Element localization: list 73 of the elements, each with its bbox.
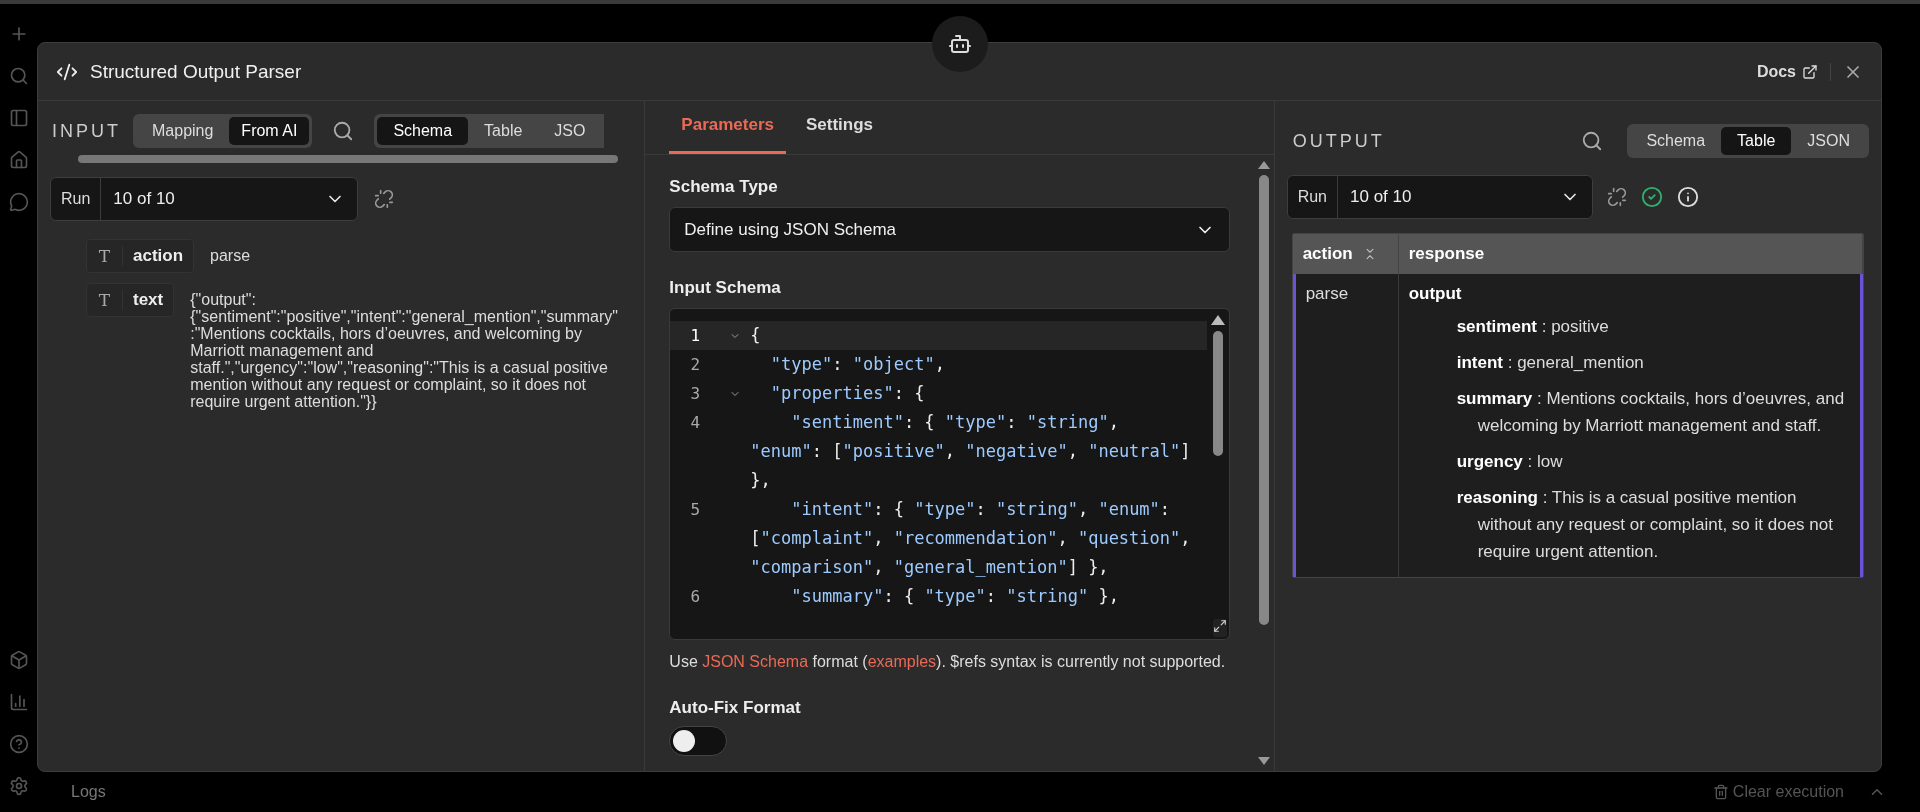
code-editor[interactable] — [669, 308, 1230, 640]
run-select[interactable]: Run 10 of 10 — [50, 177, 358, 221]
horizontal-scrollbar[interactable] — [78, 155, 618, 163]
field-label: Schema Type — [669, 177, 779, 197]
code-line: "sentiment": { "type": "string", "enum": ["positive", "negative", "neutral"] }, — [750, 411, 1192, 492]
help-link[interactable]: examples — [867, 653, 937, 670]
docs-link[interactable]: Docs — [1756, 62, 1831, 81]
success-check-icon — [1640, 186, 1663, 208]
help-link[interactable]: JSON Schema — [702, 653, 809, 670]
panel-tab[interactable]: Parameters — [669, 101, 786, 154]
scrollbar-thumb[interactable] — [1212, 331, 1223, 456]
line-number: 5 — [689, 499, 702, 521]
key-value-entry: urgency : low — [1455, 451, 1564, 473]
code-line: { — [750, 324, 762, 347]
chart-icon[interactable] — [8, 692, 29, 712]
search-button[interactable] — [332, 120, 355, 142]
view-tab[interactable]: Schema — [377, 117, 469, 145]
key-value-entry: summary : Mentions cocktails, hors d’oeuvres, and welcoming by Marriott management and staff. — [1455, 388, 1846, 437]
line-number: 3 — [689, 383, 702, 405]
info-icon[interactable] — [1676, 186, 1699, 208]
robot-icon — [948, 32, 972, 56]
cube-icon[interactable] — [8, 650, 29, 670]
input-heading: INPUT — [52, 120, 121, 142]
settings-icon[interactable] — [8, 776, 29, 796]
schema-type-select[interactable]: Define using JSON Schema — [669, 207, 1230, 252]
table-cell: parse — [1295, 274, 1399, 577]
help-icon[interactable] — [8, 734, 29, 754]
scrollbar-thumb[interactable] — [1258, 175, 1269, 625]
mode-tab[interactable]: From AI — [229, 117, 310, 145]
output-heading: OUTPUT — [1292, 130, 1385, 152]
mode-tab[interactable]: Mapping — [136, 117, 230, 145]
logs-label[interactable]: Logs — [71, 783, 106, 801]
home-icon[interactable] — [8, 150, 29, 170]
key-value-entry: reasoning : This is a casual positive mention without any request or complaint, so it does not require urgent attention. — [1455, 487, 1834, 563]
scroll-up-icon[interactable] — [1257, 161, 1270, 169]
code-line: "intent": { "type": "string", "enum": ["complaint", "recommendation", "question", "comparison", "general_mention"] }, — [750, 498, 1192, 579]
field-label: Auto-Fix Format — [669, 698, 802, 718]
line-number: 6 — [689, 586, 702, 608]
auto-fix-toggle[interactable] — [669, 726, 728, 756]
dialog-title: Structured Output Parser — [90, 60, 303, 83]
field-name-tag: T text — [86, 283, 175, 317]
unlink-icon[interactable] — [1606, 187, 1627, 207]
unlink-icon[interactable] — [374, 189, 394, 209]
line-number: 4 — [689, 412, 702, 434]
external-link-icon — [1802, 63, 1818, 80]
search-button[interactable] — [1581, 130, 1604, 152]
view-tab[interactable]: Table — [468, 117, 539, 145]
view-tab[interactable]: JSO — [538, 117, 602, 145]
code-line: "type": "object", — [769, 353, 946, 376]
resize-icon[interactable] — [1212, 619, 1227, 633]
field-label: Input Schema — [669, 278, 782, 298]
view-tab[interactable]: JSON — [1791, 127, 1866, 155]
search-icon[interactable] — [8, 66, 29, 86]
field-value: {"output":{"sentiment":"positive","intent":"general_mention","summary":"Mentions cocktails, hors d’oeuvres, and welcoming by Marriott management and staff.","urgency":"low","reasoning":"This is a casual positive mention without any request or complaint, so it does not require urgent attention."}} — [190, 290, 619, 410]
run-select[interactable]: Run 10 of 10 — [1286, 175, 1593, 219]
key-value-entry: intent : general_mention — [1455, 352, 1645, 374]
panel-tab[interactable]: Settings — [793, 101, 886, 154]
code-line: "summary": { "type": "string" }, — [790, 585, 1120, 608]
line-number: 1 — [689, 325, 702, 347]
field-value: parse — [210, 246, 252, 264]
trash-icon — [1712, 784, 1729, 800]
scroll-up-icon[interactable] — [1210, 315, 1225, 325]
line-number: 2 — [689, 354, 702, 376]
scroll-down-icon[interactable] — [1257, 757, 1270, 765]
object-key: output — [1408, 284, 1850, 304]
chat-icon[interactable] — [8, 192, 29, 212]
panel-icon[interactable] — [8, 108, 29, 128]
view-tab[interactable]: Table — [1721, 127, 1792, 155]
field-name-tag: T action — [86, 239, 195, 273]
key-value-entry: sentiment : positive — [1455, 316, 1610, 338]
help-text: Use JSON Schema format (examples). $refs syntax is currently not supported. — [669, 652, 1227, 672]
view-tab[interactable]: Schema — [1630, 127, 1722, 155]
code-line: "properties": { — [769, 382, 926, 405]
